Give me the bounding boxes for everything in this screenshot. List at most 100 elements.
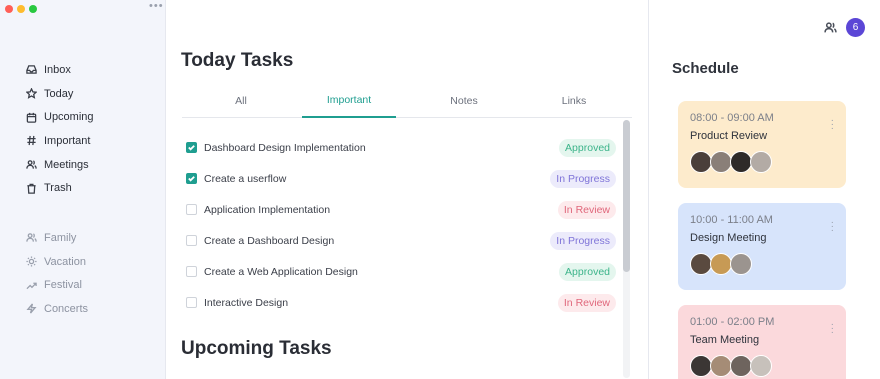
schedule-card[interactable]: 10:00 - 11:00 AM Design Meeting · · · <box>678 203 846 290</box>
avatar <box>710 253 732 275</box>
sidebar-item-meetings[interactable]: Meetings <box>26 153 94 177</box>
task-title: Create a Dashboard Design <box>204 234 335 247</box>
task-title: Interactive Design <box>204 296 289 309</box>
schedule-panel: 6 Schedule 08:00 - 09:00 AM Product Revi… <box>648 0 880 379</box>
sidebar-item-label: Trash <box>44 182 72 195</box>
event-time: 01:00 - 02:00 PM <box>690 316 775 328</box>
avatar <box>710 151 732 173</box>
task-list: Dashboard Design Implementation Approved… <box>186 132 616 318</box>
notification-badge[interactable]: 6 <box>846 18 865 37</box>
task-checkbox[interactable] <box>186 204 197 215</box>
sidebar-item-label: Vacation <box>44 255 86 268</box>
sidebar-item-inbox[interactable]: Inbox <box>26 58 94 82</box>
sidebar-item-label: Important <box>44 134 91 147</box>
task-checkbox[interactable] <box>186 142 197 153</box>
status-badge: Approved <box>559 138 616 157</box>
task-checkbox[interactable] <box>186 297 197 308</box>
task-title: Application Implementation <box>204 203 331 216</box>
status-badge: In Review <box>557 200 616 219</box>
section-title-upcoming: Upcoming Tasks <box>181 338 332 359</box>
star-icon <box>26 88 37 99</box>
trending-up-icon <box>26 282 37 289</box>
avatar <box>750 151 772 173</box>
close-window-button[interactable] <box>5 5 13 13</box>
task-row: Create a userflow In Progress <box>186 163 616 194</box>
sidebar-item-label: Inbox <box>44 63 71 76</box>
scrollbar-thumb[interactable] <box>623 120 630 272</box>
calendar-icon <box>26 112 37 123</box>
task-title: Create a Web Application Design <box>204 265 358 278</box>
sidebar-item-label: Festival <box>44 279 82 292</box>
more-vertical-icon[interactable]: · · · <box>831 218 834 236</box>
sidebar-item-label: Meetings <box>44 158 89 171</box>
task-row: Application Implementation In Review <box>186 194 616 225</box>
schedule-card[interactable]: 01:00 - 02:00 PM Team Meeting · · · <box>678 305 846 379</box>
avatar <box>730 253 752 275</box>
sun-icon <box>26 256 37 267</box>
users-icon[interactable] <box>824 21 837 34</box>
avatar <box>690 355 712 377</box>
more-horizontal-icon[interactable]: ••• <box>149 0 164 12</box>
avatar <box>730 355 752 377</box>
event-title: Product Review <box>690 130 768 142</box>
minimize-window-button[interactable] <box>17 5 25 13</box>
task-title: Dashboard Design Implementation <box>204 141 366 154</box>
task-tabs: All Important Notes Links <box>182 84 632 118</box>
zap-icon <box>26 303 37 314</box>
sidebar-item-label: Family <box>44 231 77 244</box>
more-vertical-icon[interactable]: · · · <box>831 116 834 134</box>
trash-icon <box>27 183 36 194</box>
avatar <box>690 253 712 275</box>
sidebar-item-trash[interactable]: Trash <box>26 176 94 200</box>
schedule-title: Schedule <box>672 60 739 77</box>
tab-notes[interactable]: Notes <box>422 84 506 118</box>
sidebar-tags: Family Vacation Festival Concerts <box>26 226 88 321</box>
more-vertical-icon[interactable]: · · · <box>831 320 834 338</box>
avatar <box>750 355 772 377</box>
task-checkbox[interactable] <box>186 173 197 184</box>
task-row: Create a Web Application Design Approved <box>186 256 616 287</box>
sidebar-item-upcoming[interactable]: Upcoming <box>26 105 94 129</box>
check-icon <box>188 145 195 151</box>
main-content: Today Tasks All Important Notes Links Da… <box>167 0 648 379</box>
sidebar-item-concerts[interactable]: Concerts <box>26 297 88 321</box>
sidebar-item-family[interactable]: Family <box>26 226 88 250</box>
inbox-icon <box>26 65 37 75</box>
status-badge: Approved <box>559 262 616 281</box>
attendee-avatars <box>690 355 834 377</box>
tab-links[interactable]: Links <box>532 84 616 118</box>
status-badge: In Review <box>557 293 616 312</box>
page-title: Today Tasks <box>181 50 294 71</box>
status-badge: In Progress <box>550 169 616 188</box>
schedule-card[interactable]: 08:00 - 09:00 AM Product Review · · · <box>678 101 846 188</box>
sidebar: ••• Inbox Today Upcoming Important Meeti… <box>0 0 166 379</box>
sidebar-item-label: Concerts <box>44 302 89 315</box>
avatar <box>690 151 712 173</box>
window-controls <box>5 5 37 13</box>
maximize-window-button[interactable] <box>29 5 37 13</box>
task-row: Dashboard Design Implementation Approved <box>186 132 616 163</box>
sidebar-item-important[interactable]: Important <box>26 129 94 153</box>
avatar <box>710 355 732 377</box>
event-title: Design Meeting <box>690 232 767 244</box>
event-title: Team Meeting <box>690 334 760 346</box>
event-time: 08:00 - 09:00 AM <box>690 112 774 124</box>
attendee-avatars <box>690 151 834 173</box>
task-row: Interactive Design In Review <box>186 287 616 318</box>
users-icon <box>26 160 37 169</box>
event-time: 10:00 - 11:00 AM <box>690 214 773 226</box>
check-icon <box>188 176 195 182</box>
sidebar-item-today[interactable]: Today <box>26 82 94 106</box>
sidebar-item-label: Upcoming <box>44 111 94 124</box>
sidebar-item-vacation[interactable]: Vacation <box>26 250 88 274</box>
hash-icon <box>27 136 36 146</box>
sidebar-item-festival[interactable]: Festival <box>26 273 88 297</box>
tab-all[interactable]: All <box>202 84 280 118</box>
task-list-scrollbar[interactable] <box>623 120 630 378</box>
status-badge: In Progress <box>550 231 616 250</box>
task-checkbox[interactable] <box>186 235 197 246</box>
task-title: Create a userflow <box>204 172 287 185</box>
task-checkbox[interactable] <box>186 266 197 277</box>
sidebar-nav: Inbox Today Upcoming Important Meetings … <box>26 58 94 200</box>
tab-important[interactable]: Important <box>302 84 396 118</box>
